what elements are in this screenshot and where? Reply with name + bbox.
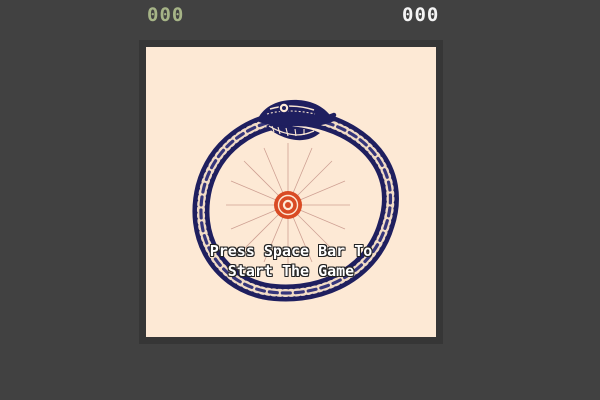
game-field[interactable]: Press Space Bar To Start The Game [146, 47, 436, 337]
snake-head [257, 99, 334, 141]
game-screen: { "scores": { "player_one": "000", "play… [0, 0, 600, 400]
player-two-score: 000 [402, 4, 440, 26]
game-board[interactable]: Press Space Bar To Start The Game [139, 40, 443, 344]
player-one-score: 000 [147, 4, 185, 26]
sun-icon [274, 191, 302, 219]
ouroboros-snake-icon [192, 99, 399, 302]
start-message: Press Space Bar To Start The Game [209, 242, 373, 280]
